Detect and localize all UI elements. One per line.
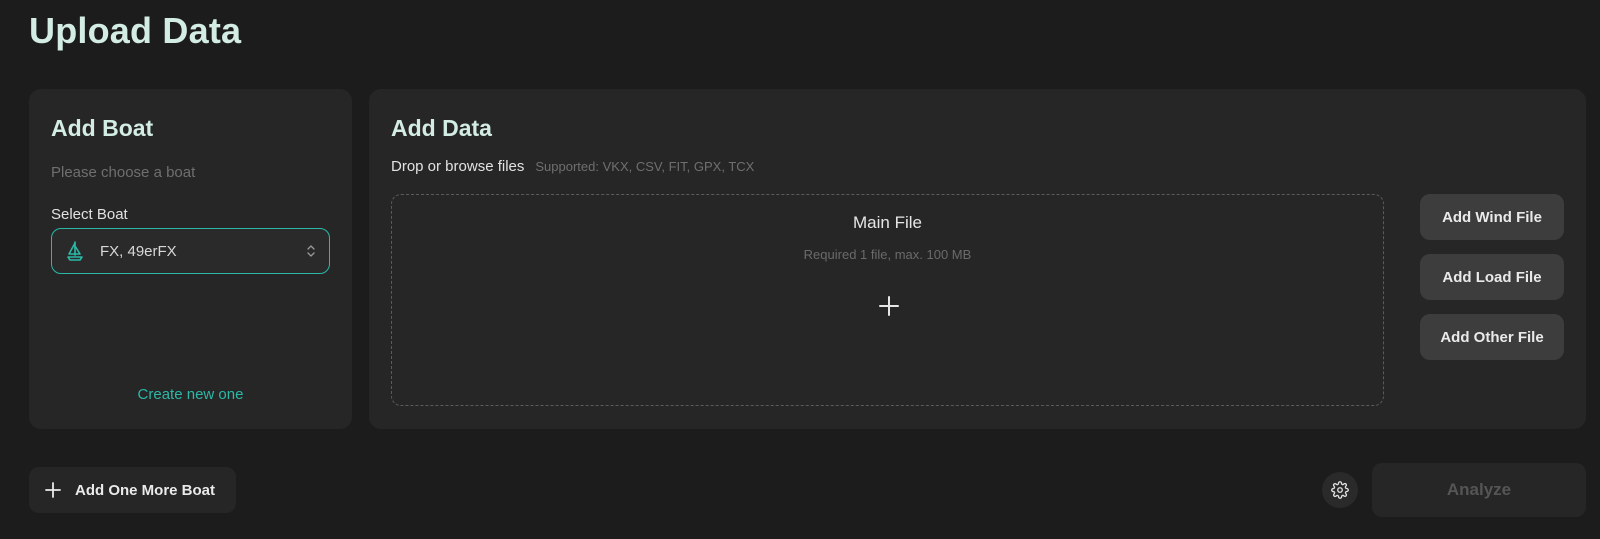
main-file-title: Main File	[853, 213, 922, 232]
settings-button[interactable]	[1322, 472, 1358, 508]
select-boat-label: Select Boat	[51, 206, 128, 223]
add-wind-file-button[interactable]: Add Wind File	[1420, 194, 1564, 240]
analyze-button[interactable]: Analyze	[1372, 463, 1586, 517]
add-load-file-button[interactable]: Add Load File	[1420, 254, 1564, 300]
drop-text: Drop or browse files	[391, 158, 525, 175]
plus-icon	[879, 296, 899, 316]
supported-formats: Supported: VKX, CSV, FIT, GPX, TCX	[535, 159, 755, 174]
add-boat-panel: Add Boat Please choose a boat Select Boa…	[29, 89, 352, 429]
upload-page: Upload Data Add Boat Please choose a boa…	[0, 0, 1600, 539]
create-new-boat-link[interactable]: Create new one	[29, 386, 352, 403]
add-data-title: Add Data	[391, 115, 492, 141]
add-one-more-boat-label: Add One More Boat	[75, 481, 216, 499]
add-data-panel: Add Data Drop or browse files Supported:…	[369, 89, 1586, 429]
page-title: Upload Data	[29, 10, 242, 51]
boat-select[interactable]: FX, 49erFX	[51, 228, 330, 274]
sailboat-icon	[64, 240, 86, 262]
add-one-more-boat-button[interactable]: Add One More Boat	[29, 467, 236, 513]
gear-icon	[1331, 481, 1349, 499]
add-other-file-button[interactable]: Add Other File	[1420, 314, 1564, 360]
boat-hint: Please choose a boat	[51, 164, 196, 181]
add-boat-title: Add Boat	[51, 115, 154, 141]
boat-select-value: FX, 49erFX	[100, 242, 177, 260]
plus-icon	[45, 482, 61, 498]
main-file-dropzone[interactable]: Main File Required 1 file, max. 100 MB	[391, 194, 1384, 406]
chevron-up-down-icon	[305, 243, 317, 259]
main-file-requirements: Required 1 file, max. 100 MB	[803, 247, 972, 262]
drop-instructions: Drop or browse files Supported: VKX, CSV…	[391, 158, 754, 175]
